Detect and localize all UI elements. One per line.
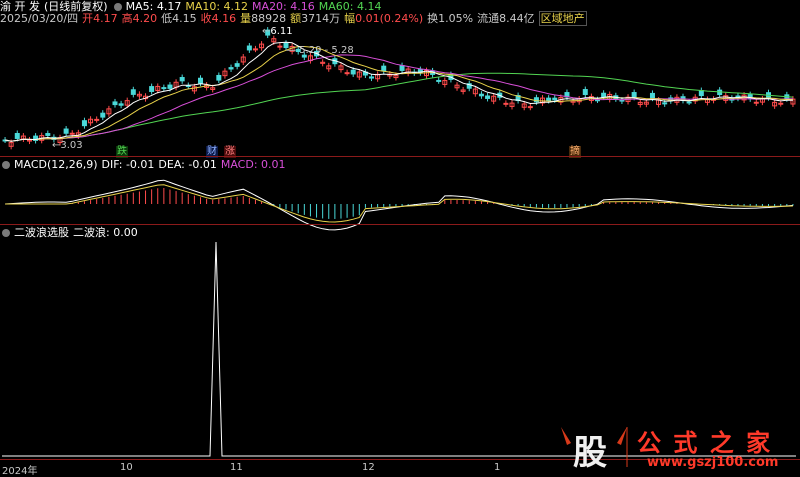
candle [399, 65, 405, 71]
candle [753, 101, 759, 104]
watermark-title: 公 式 之 家 [637, 429, 773, 457]
candle [478, 93, 484, 97]
candle [527, 106, 533, 109]
candle [112, 101, 118, 106]
candle [228, 67, 234, 70]
axis-label-oct: 10 [120, 462, 133, 473]
ma5-line [4, 41, 793, 142]
candle [81, 120, 87, 127]
candle [619, 99, 625, 102]
candle [234, 63, 240, 67]
candle [698, 90, 704, 97]
candle [686, 101, 692, 104]
candle [45, 133, 51, 136]
candle [381, 65, 387, 72]
candle [344, 72, 350, 75]
candle [94, 118, 100, 121]
macd-value: MACD: 0.01 [220, 158, 286, 171]
candle [161, 87, 167, 90]
candle [69, 132, 75, 135]
candle [246, 45, 252, 51]
candle [179, 77, 185, 82]
ma60-line [4, 72, 793, 142]
site-watermark: 股 公 式 之 家 www.gszj100.com [557, 421, 795, 473]
watermark-url: www.gszj100.com [647, 455, 779, 470]
candle [485, 95, 491, 99]
candle [277, 45, 283, 48]
candle [662, 102, 668, 105]
candle [167, 84, 173, 89]
indicator-title: 二波浪选股 [14, 226, 69, 239]
indicator-value: 二波浪: 0.00 [73, 226, 138, 239]
candle [216, 74, 222, 81]
candle [252, 48, 258, 51]
dif-line [5, 179, 793, 231]
axis-label-dec: 12 [362, 462, 375, 473]
candle [649, 92, 655, 99]
macd-dif: DIF: -0.01 [101, 158, 155, 171]
axis-label-nov: 11 [230, 462, 243, 473]
candle [631, 92, 637, 98]
macd-title: MACD(12,26,9) [14, 158, 98, 171]
indicator-header: 二波浪选股 二波浪: 0.00 [0, 226, 142, 239]
candle [601, 92, 607, 98]
macd-toggle-icon[interactable] [2, 161, 10, 169]
candle [130, 89, 136, 95]
candle [149, 86, 155, 92]
candle [198, 77, 203, 84]
high-price-mark: ←6.11 [262, 26, 293, 37]
low-price-mark: ←3.03 [52, 140, 83, 151]
candle [350, 69, 356, 75]
candle [503, 102, 509, 105]
candle [118, 103, 124, 106]
panel-divider-macd [0, 224, 800, 225]
macd-dea: DEA: -0.01 [158, 158, 217, 171]
candle [369, 76, 375, 79]
indicator-toggle-icon[interactable] [2, 229, 10, 237]
candle [778, 102, 784, 105]
panel-divider-price [0, 156, 800, 157]
candle [100, 112, 106, 118]
axis-label-jan: 1 [494, 462, 501, 473]
candle [546, 97, 552, 102]
range-price-mark: — 5.29 - 5.28 [286, 45, 354, 56]
watermark-logo: 股 [573, 433, 607, 473]
ma10-line [4, 46, 793, 142]
candle [582, 89, 588, 95]
candle [14, 132, 20, 139]
axis-label-year: 2024年 [2, 466, 38, 477]
candle [552, 97, 558, 101]
candle [63, 128, 69, 134]
candle [436, 79, 442, 82]
macd-header: MACD(12,26,9) DIF: -0.01 DEA: -0.01 MACD: 0… [0, 158, 290, 171]
